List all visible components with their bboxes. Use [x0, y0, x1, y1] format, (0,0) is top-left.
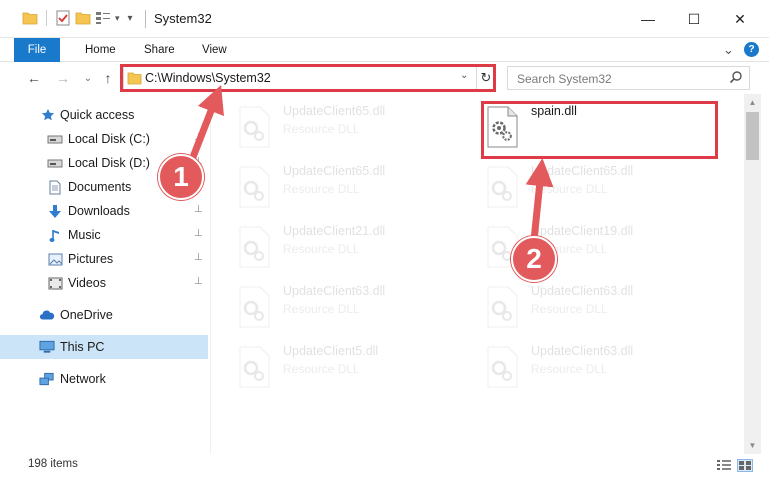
step-2-badge: 2 [511, 236, 557, 282]
annotation-arrows [184, 84, 554, 241]
step-1-badge: 1 [158, 154, 204, 200]
arrow-to-file [525, 158, 554, 241]
